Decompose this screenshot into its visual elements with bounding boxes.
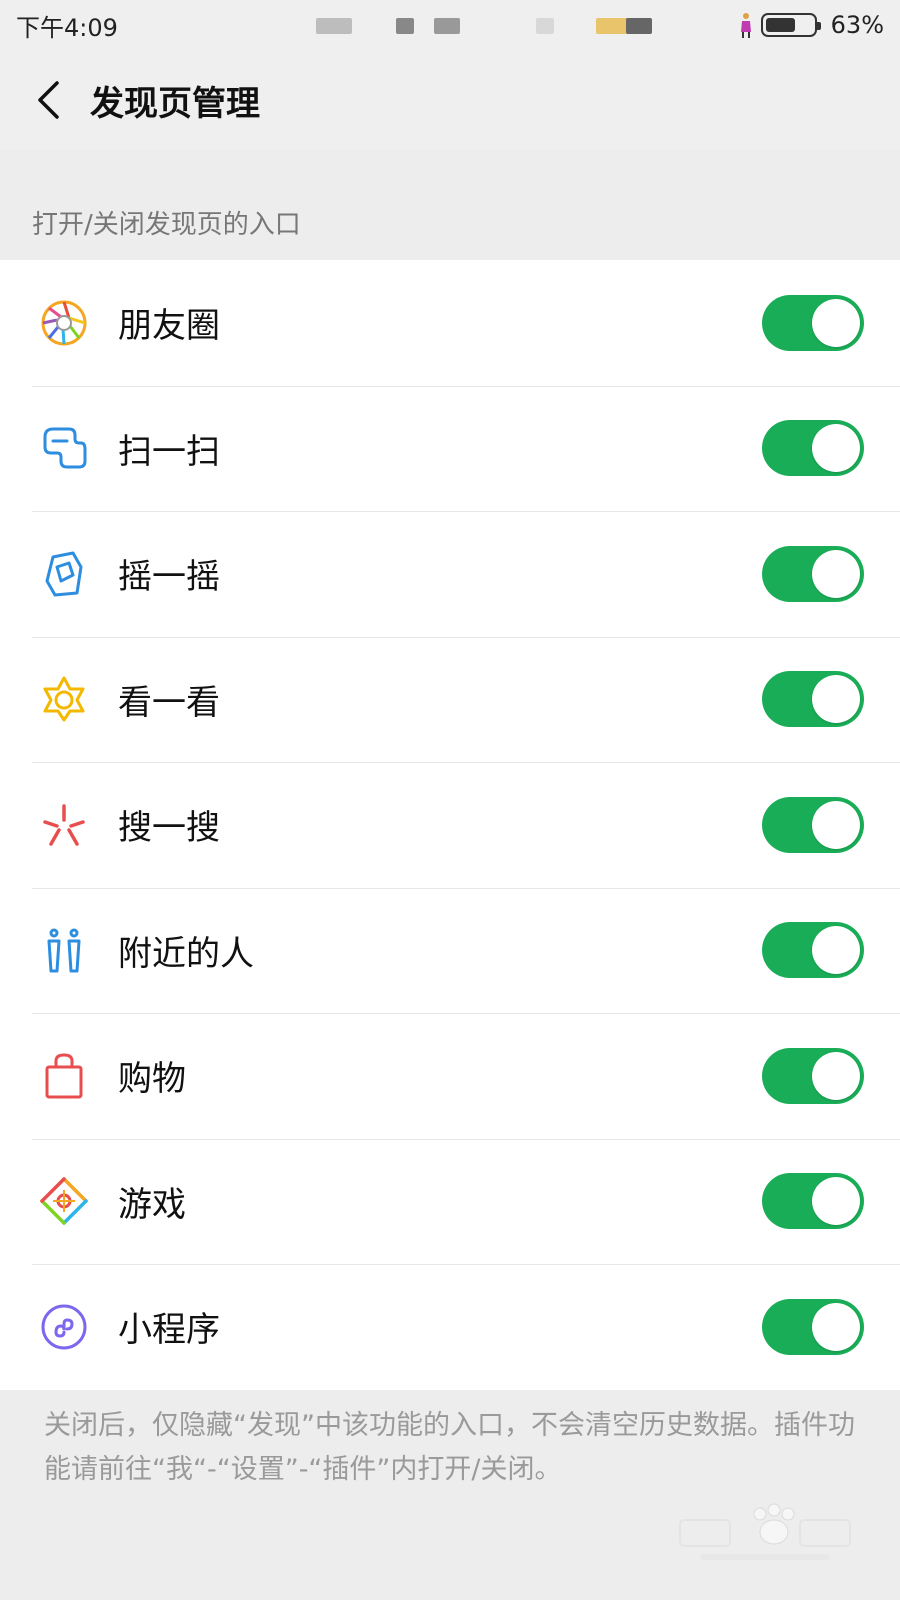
watermark-logo [679, 1503, 851, 1560]
list-item-shopping: 购物 [0, 1013, 900, 1139]
moments-icon [38, 297, 90, 349]
scan-icon [38, 422, 90, 474]
top-stories-icon [38, 673, 90, 725]
section-header: 打开/关闭发现页的入口 [0, 150, 900, 260]
battery-icon [760, 13, 821, 37]
list-item-label: 朋友圈 [118, 306, 220, 347]
list-item-search: 搜一搜 [0, 762, 900, 888]
list-item-shake: 摇一摇 [0, 511, 900, 637]
status-notification-area [156, 0, 739, 50]
shake-icon [38, 548, 90, 600]
toggle-moments[interactable] [762, 294, 864, 351]
toggle-scan[interactable] [762, 420, 864, 477]
status-bar: 下午4:09 63% [0, 0, 900, 50]
toggle-top-stories[interactable] [762, 671, 864, 728]
toggle-people-nearby[interactable] [762, 922, 864, 979]
entry-list: 朋友圈 扫一扫 摇一摇 看一看 搜一搜 附近的人 购物 游戏 小程序 [0, 260, 900, 1390]
page-title: 发现页管理 [90, 83, 260, 124]
list-item-people-nearby: 附近的人 [0, 887, 900, 1014]
toggle-shopping[interactable] [762, 1047, 864, 1104]
back-button[interactable] [28, 75, 68, 125]
list-item-label: 购物 [118, 1059, 186, 1100]
list-item-label: 看一看 [118, 682, 220, 723]
search-icon [38, 799, 90, 851]
list-item-label: 搜一搜 [118, 808, 220, 849]
chevron-left-icon [38, 81, 59, 119]
games-icon [38, 1175, 90, 1227]
list-item-label: 游戏 [118, 1184, 186, 1225]
mini-program-icon [38, 1301, 90, 1353]
toggle-mini-program[interactable] [762, 1298, 864, 1355]
footer-note: 关闭后，仅隐藏“发现”中该功能的入口，不会清空历史数据。插件功能请前往“我“-“… [44, 1410, 855, 1485]
list-item-label: 附近的人 [118, 933, 254, 974]
list-item-games: 游戏 [0, 1138, 900, 1265]
list-item-scan: 扫一扫 [0, 385, 900, 512]
toggle-games[interactable] [762, 1173, 864, 1230]
shopping-bag-icon [38, 1050, 90, 1102]
battery-percent: 63% [830, 11, 884, 39]
figure-icon [740, 13, 751, 38]
list-item-label: 小程序 [118, 1310, 220, 1351]
people-nearby-icon [38, 924, 90, 976]
status-right: 63% [739, 11, 884, 39]
nav-bar: 发现页管理 [0, 50, 900, 150]
list-item-mini-program: 小程序 [0, 1264, 900, 1390]
section-header-text: 打开/关闭发现页的入口 [32, 210, 301, 240]
list-item-moments: 朋友圈 [0, 260, 900, 386]
list-item-label: 扫一扫 [118, 431, 220, 472]
list-item-top-stories: 看一看 [0, 636, 900, 763]
toggle-shake[interactable] [762, 545, 864, 602]
list-item-label: 摇一摇 [118, 557, 220, 598]
status-time: 下午4:09 [16, 13, 118, 42]
toggle-search[interactable] [762, 796, 864, 853]
